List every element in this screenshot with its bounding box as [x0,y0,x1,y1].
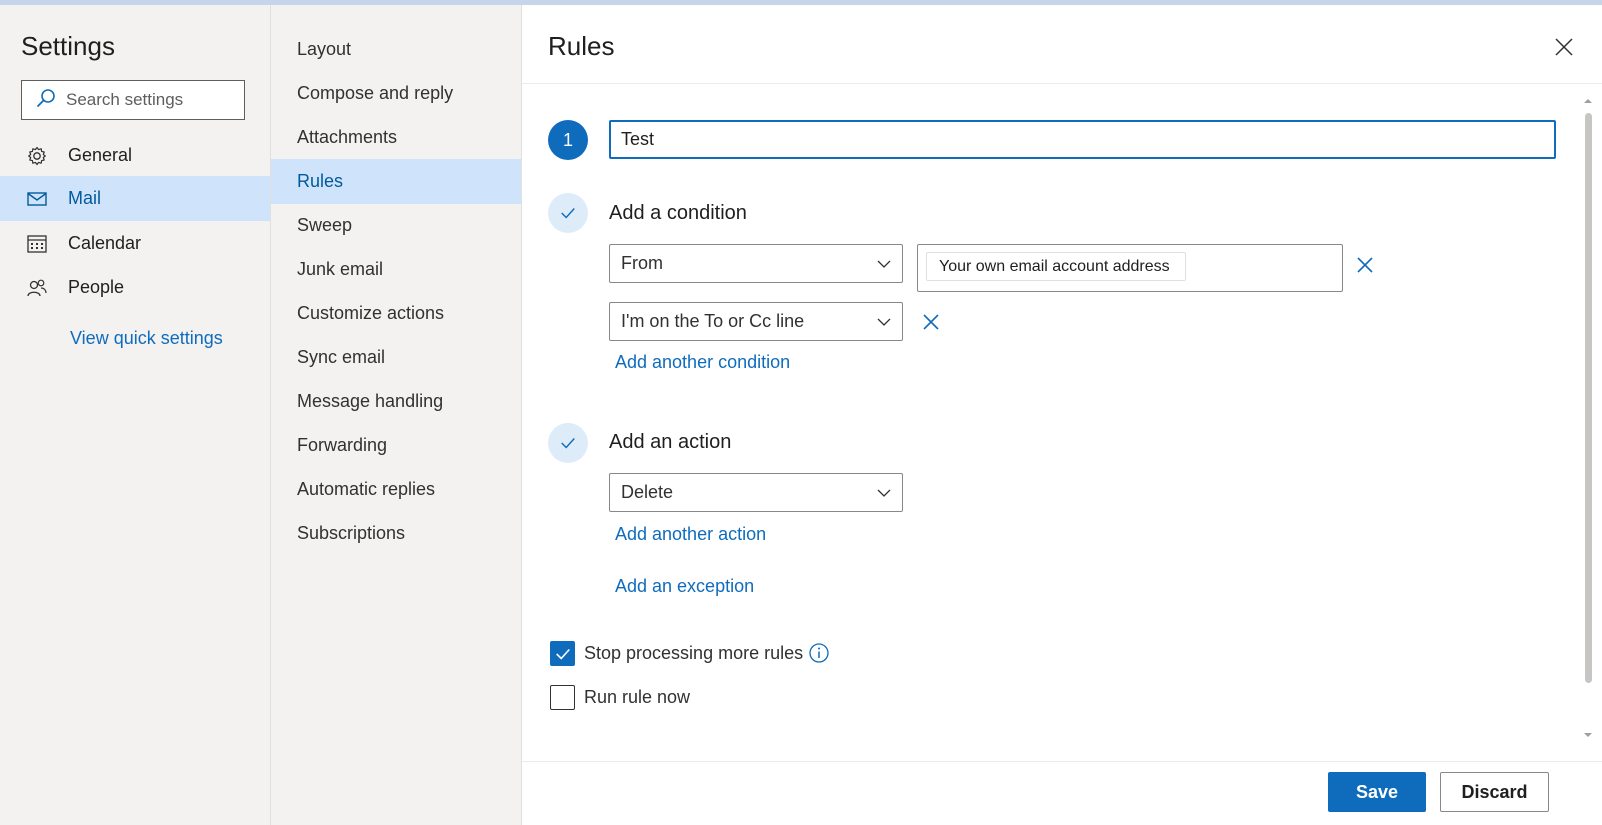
chevron-down-icon [877,260,891,268]
mail-setting-automatic-replies[interactable]: Automatic replies [271,467,522,512]
add-action-title: Add an action [609,431,732,453]
address-tag-label: Your own email account address [939,257,1170,275]
gear-icon [26,145,48,167]
mail-setting-sweep[interactable]: Sweep [271,203,522,248]
mail-settings-list: Layout Compose and reply Attachments Rul… [270,5,522,825]
checkmark-icon [555,648,570,660]
run-rule-now-label: Run rule now [584,687,691,707]
people-icon [26,277,48,299]
nav-item-label: Mail [68,188,102,208]
add-condition-title: Add a condition [609,202,747,224]
search-box[interactable] [21,80,245,120]
info-button[interactable] [808,642,830,664]
nav-item-general[interactable]: General [0,133,270,178]
mail-setting-sync-email[interactable]: Sync email [271,335,522,380]
save-button[interactable]: Save [1328,772,1426,812]
nav-item-label: General [68,145,133,165]
scroll-up-icon[interactable] [1583,93,1593,103]
mail-setting-forwarding[interactable]: Forwarding [271,423,522,468]
remove-condition-button-1[interactable] [1354,254,1376,276]
settings-nav: Settings General Mail Calendar People Vi… [0,5,270,825]
condition-field-value: From [621,253,663,273]
remove-condition-button-2[interactable] [920,311,942,333]
add-another-condition-link[interactable]: Add another condition [615,352,790,373]
view-quick-settings-link[interactable]: View quick settings [70,328,223,349]
mail-setting-rules[interactable]: Rules [271,159,522,204]
close-icon [1357,257,1373,273]
panel-title: Rules [548,31,615,61]
nav-item-mail[interactable]: Mail [0,176,270,221]
mail-setting-message-handling[interactable]: Message handling [271,379,522,424]
mail-setting-customize-actions[interactable]: Customize actions [271,291,522,336]
close-icon [923,314,939,330]
mail-setting-compose-and-reply[interactable]: Compose and reply [271,71,522,116]
nav-item-people[interactable]: People [0,265,270,310]
action-step-check [548,423,588,463]
rule-name-input[interactable] [609,120,1556,159]
mail-icon [26,188,48,210]
search-icon [36,88,56,113]
action-dropdown[interactable]: Delete [609,473,903,512]
condition-step-check [548,193,588,233]
add-exception-link[interactable]: Add an exception [615,576,754,597]
close-icon [1555,38,1573,56]
scroll-down-icon[interactable] [1583,727,1593,737]
stop-processing-label: Stop processing more rules [584,643,804,663]
stop-processing-checkbox[interactable] [550,641,575,666]
mail-setting-layout[interactable]: Layout [271,27,522,72]
rules-panel: Rules 1 Add a condition From Your own em… [521,5,1602,825]
calendar-icon [26,233,48,255]
footer-divider [522,761,1602,762]
checkmark-icon [561,438,575,449]
run-rule-now-checkbox[interactable] [550,685,575,710]
nav-item-calendar[interactable]: Calendar [0,221,270,266]
search-input[interactable] [66,90,236,110]
step-number-badge: 1 [548,120,588,160]
nav-item-label: People [68,277,125,297]
settings-title: Settings [21,31,115,61]
header-divider [522,83,1602,84]
address-tag[interactable]: Your own email account address [926,252,1186,281]
nav-item-label: Calendar [68,233,142,253]
mail-setting-subscriptions[interactable]: Subscriptions [271,511,522,556]
discard-button[interactable]: Discard [1440,772,1549,812]
condition-value-box[interactable]: Your own email account address [917,244,1343,292]
mail-setting-junk-email[interactable]: Junk email [271,247,522,292]
chevron-down-icon [877,318,891,326]
action-value: Delete [621,482,674,502]
condition-field-dropdown-1[interactable]: From [609,244,903,283]
mail-setting-attachments[interactable]: Attachments [271,115,522,160]
scrollbar-thumb[interactable] [1585,113,1592,683]
info-icon [809,643,829,663]
condition-field-value: I'm on the To or Cc line [621,311,805,331]
add-another-action-link[interactable]: Add another action [615,524,766,545]
chevron-down-icon [877,489,891,497]
checkmark-icon [561,208,575,219]
close-button[interactable] [1552,35,1576,59]
condition-field-dropdown-2[interactable]: I'm on the To or Cc line [609,302,903,341]
